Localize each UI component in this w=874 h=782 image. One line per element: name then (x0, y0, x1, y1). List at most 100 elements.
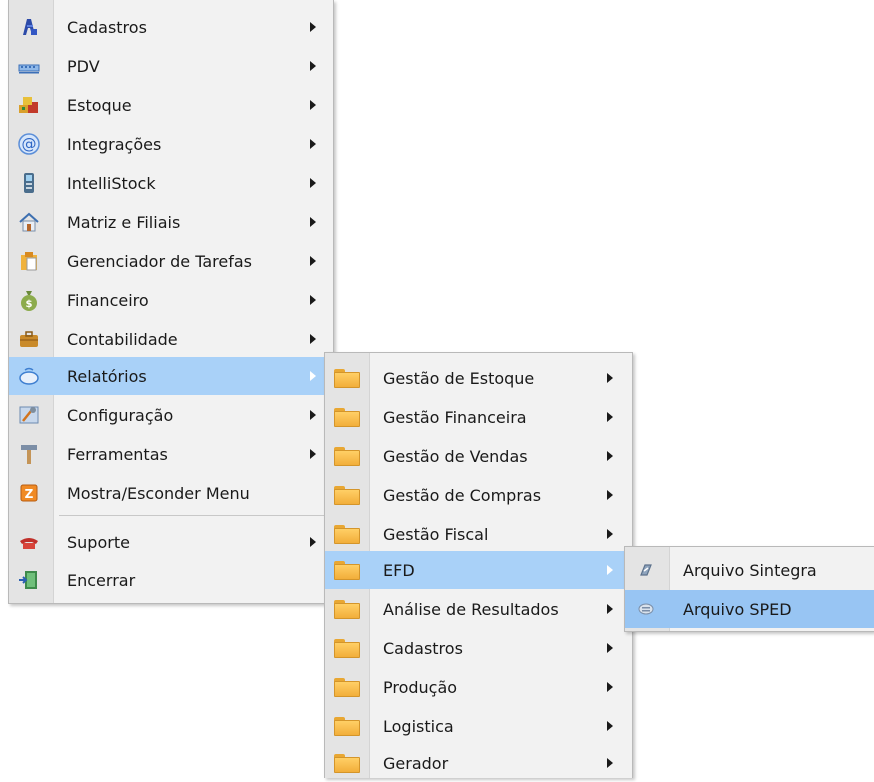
folder-icon (333, 598, 361, 620)
menu-separator (59, 515, 329, 516)
submenu-arrow-icon (310, 178, 316, 188)
submenu-item-gestao-vendas[interactable]: Gestão de Vendas (325, 437, 632, 475)
menu-item-label: Suporte (67, 532, 130, 552)
menu-item-label: Contabilidade (67, 329, 178, 349)
folder-icon (333, 523, 361, 545)
house-icon (16, 209, 42, 235)
submenu-item-label: Gestão Fiscal (383, 524, 489, 544)
submenu-item-label: Arquivo SPED (683, 599, 792, 619)
menu-item-intellistock[interactable]: IntelliStock (9, 164, 333, 202)
briefcase-icon (16, 326, 42, 352)
submenu-item-label: Gestão de Compras (383, 485, 542, 505)
submenu-arrow-icon (607, 721, 613, 731)
menu-item-label: Relatórios (67, 366, 147, 386)
submenu-item-gestao-fiscal[interactable]: Gestão Fiscal (325, 515, 632, 553)
submenu-arrow-icon (310, 61, 316, 71)
menu-item-configuracao[interactable]: Configuração (9, 396, 333, 434)
money-bag-icon: $ (16, 287, 42, 313)
submenu-arrow-icon (310, 256, 316, 266)
hammer-icon (16, 441, 42, 467)
folder-icon (333, 367, 361, 389)
svg-text:@: @ (22, 135, 37, 153)
submenu-item-arquivo-sped[interactable]: Arquivo SPED (625, 590, 874, 628)
menu-item-cadastros[interactable]: Cadastros (9, 8, 333, 46)
menu-item-estoque[interactable]: Estoque (9, 86, 333, 124)
submenu-item-producao[interactable]: Produção (325, 668, 632, 706)
folder-icon (333, 445, 361, 467)
menu-item-pdv[interactable]: PDV (9, 47, 333, 85)
folder-icon (333, 752, 361, 774)
submenu-arrow-icon (607, 604, 613, 614)
submenu-item-gerador[interactable]: Gerador (325, 744, 632, 782)
folder-icon (333, 406, 361, 428)
menu-item-label: Gerenciador de Tarefas (67, 251, 252, 271)
task-clipboard-icon (16, 248, 42, 274)
submenu-item-label: Gestão de Estoque (383, 368, 535, 388)
menu-item-financeiro[interactable]: $ Financeiro (9, 281, 333, 319)
submenu-arrow-icon (607, 643, 613, 653)
svg-text:Z: Z (25, 487, 34, 501)
submenu-item-analise-resultados[interactable]: Análise de Resultados (325, 590, 632, 628)
menu-item-contabilidade[interactable]: Contabilidade (9, 320, 333, 358)
svg-text:$: $ (26, 299, 33, 310)
reports-icon (16, 363, 42, 389)
menu-item-ferramentas[interactable]: Ferramentas (9, 435, 333, 473)
folder-icon (333, 559, 361, 581)
menu-item-encerrar[interactable]: Encerrar (9, 561, 333, 599)
menu-item-mostra-esconder[interactable]: Z Mostra/Esconder Menu (9, 474, 333, 512)
at-sign-icon: @ (16, 131, 42, 157)
menu-item-integracoes[interactable]: @ Integrações (9, 125, 333, 163)
submenu-item-arquivo-sintegra[interactable]: Arquivo Sintegra (625, 551, 874, 589)
menu-item-label: Mostra/Esconder Menu (67, 483, 250, 503)
stock-boxes-icon (16, 92, 42, 118)
submenu-item-label: Análise de Resultados (383, 599, 559, 619)
menu-item-label: Matriz e Filiais (67, 212, 181, 232)
folder-icon (333, 484, 361, 506)
submenu-arrow-icon (607, 529, 613, 539)
menu-item-label: Configuração (67, 405, 174, 425)
menu-item-gerenciador-tarefas[interactable]: Gerenciador de Tarefas (9, 242, 333, 280)
submenu-arrow-icon (310, 334, 316, 344)
menu-item-relatorios[interactable]: Relatórios (9, 357, 333, 395)
menu-item-label: PDV (67, 56, 100, 76)
reports-submenu: Gestão de Estoque Gestão Financeira Gest… (324, 352, 633, 778)
menu-item-label: Cadastros (67, 17, 147, 37)
submenu-arrow-icon (607, 758, 613, 768)
efd-submenu: Arquivo Sintegra Arquivo SPED (624, 546, 874, 632)
scanner-device-icon (16, 170, 42, 196)
submenu-arrow-icon (607, 373, 613, 383)
submenu-item-cadastros[interactable]: Cadastros (325, 629, 632, 667)
menu-item-label: IntelliStock (67, 173, 156, 193)
submenu-arrow-icon (310, 295, 316, 305)
submenu-arrow-icon (310, 22, 316, 32)
folder-icon (333, 676, 361, 698)
menu-item-suporte[interactable]: Suporte (9, 523, 333, 561)
submenu-item-label: Gestão de Vendas (383, 446, 528, 466)
exit-door-icon (16, 567, 42, 593)
submenu-item-label: Arquivo Sintegra (683, 560, 817, 580)
menu-item-label: Integrações (67, 134, 162, 154)
folder-icon (333, 715, 361, 737)
submenu-item-label: Cadastros (383, 638, 463, 658)
settings-tools-icon (16, 402, 42, 428)
submenu-item-label: EFD (383, 560, 415, 580)
submenu-arrow-icon (310, 449, 316, 459)
submenu-arrow-icon (607, 682, 613, 692)
submenu-arrow-icon (607, 565, 613, 575)
submenu-arrow-icon (310, 139, 316, 149)
menu-item-matriz-filiais[interactable]: Matriz e Filiais (9, 203, 333, 241)
submenu-item-gestao-compras[interactable]: Gestão de Compras (325, 476, 632, 514)
menu-item-label: Ferramentas (67, 444, 168, 464)
submenu-arrow-icon (310, 217, 316, 227)
submenu-item-gestao-financeira[interactable]: Gestão Financeira (325, 398, 632, 436)
submenu-arrow-icon (310, 537, 316, 547)
submenu-arrow-icon (607, 490, 613, 500)
main-menu: Cadastros PDV Estoque @ Integrações Inte… (8, 0, 334, 604)
folder-icon (333, 637, 361, 659)
submenu-item-logistica[interactable]: Logistica (325, 707, 632, 745)
menu-item-label: Encerrar (67, 570, 136, 590)
submenu-item-gestao-estoque[interactable]: Gestão de Estoque (325, 359, 632, 397)
submenu-item-label: Produção (383, 677, 458, 697)
pos-keyboard-icon (16, 53, 42, 79)
submenu-item-efd[interactable]: EFD (325, 551, 632, 589)
